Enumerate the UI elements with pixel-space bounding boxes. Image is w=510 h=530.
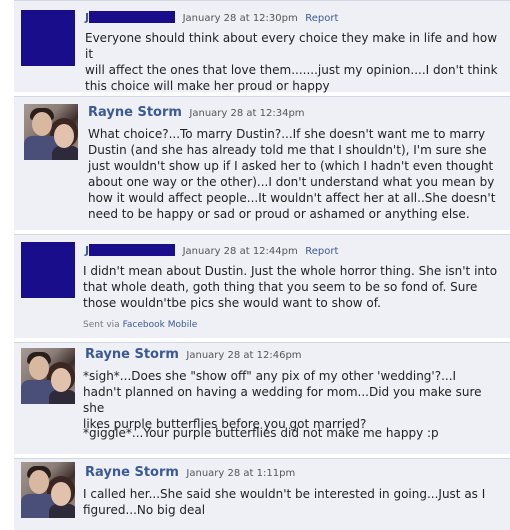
comment-text: I didn't mean about Dustin. Just the who… — [83, 264, 498, 310]
comment-header: Rayne Storm January 28 at 12:34pm — [88, 106, 305, 121]
sent-via: Sent via Facebook Mobile — [83, 320, 197, 330]
comment-header: Rayne Storm January 28 at 12:46pm — [85, 348, 302, 363]
avatar[interactable] — [24, 104, 78, 160]
redacted-name — [89, 11, 176, 23]
comment: J January 28 at 12:30pm Report Everyone … — [0, 0, 510, 93]
author-name[interactable]: Rayne Storm — [85, 347, 179, 362]
comment: J January 28 at 12:44pm Report I didn't … — [0, 234, 510, 338]
timestamp[interactable]: January 28 at 12:44pm — [183, 246, 298, 257]
comment-text: *sigh*...Does she "show off" any pix of … — [83, 369, 482, 431]
comment-header: J January 28 at 12:44pm Report — [85, 244, 338, 259]
timestamp[interactable]: January 28 at 1:11pm — [186, 468, 295, 479]
author-name[interactable]: Rayne Storm — [85, 465, 179, 480]
comment: Rayne Storm January 28 at 1:11pm I calle… — [0, 458, 510, 530]
comment-header: Rayne Storm January 28 at 1:11pm — [85, 466, 295, 481]
avatar-photo — [52, 146, 78, 160]
avatar-photo — [29, 356, 49, 380]
timestamp[interactable]: January 28 at 12:34pm — [189, 108, 304, 119]
comment-text-paragraph: *giggle*...Your purple butterflies did n… — [83, 426, 439, 440]
avatar-photo — [54, 124, 74, 148]
comment-header: J January 28 at 12:30pm Report — [85, 11, 338, 26]
redacted-name — [89, 244, 176, 256]
avatar[interactable] — [21, 462, 75, 518]
comment: Rayne Storm January 28 at 12:46pm *sigh*… — [0, 342, 510, 454]
comment: Rayne Storm January 28 at 12:34pm What c… — [0, 96, 510, 230]
avatar-photo — [51, 482, 71, 506]
report-link[interactable]: Report — [305, 13, 338, 24]
comment-text: Everyone should think about every choice… — [85, 31, 498, 93]
avatar[interactable] — [21, 242, 75, 298]
timestamp[interactable]: January 28 at 12:30pm — [183, 13, 298, 24]
avatar[interactable] — [21, 10, 75, 66]
sent-via-app-link[interactable]: Facebook Mobile — [123, 320, 198, 330]
author-name[interactable]: Rayne Storm — [88, 105, 182, 120]
comment-text: What choice?...To marry Dustin?...If she… — [88, 127, 496, 221]
report-link[interactable]: Report — [305, 246, 338, 257]
avatar[interactable] — [21, 348, 75, 404]
comment-text: I called her...She said she wouldn't be … — [83, 487, 486, 517]
avatar-photo — [49, 390, 75, 404]
sent-via-label: Sent via — [83, 320, 120, 330]
timestamp[interactable]: January 28 at 12:46pm — [186, 350, 301, 361]
avatar-photo — [32, 112, 52, 136]
avatar-photo — [51, 368, 71, 392]
avatar-photo — [49, 504, 75, 518]
avatar-photo — [29, 470, 49, 494]
